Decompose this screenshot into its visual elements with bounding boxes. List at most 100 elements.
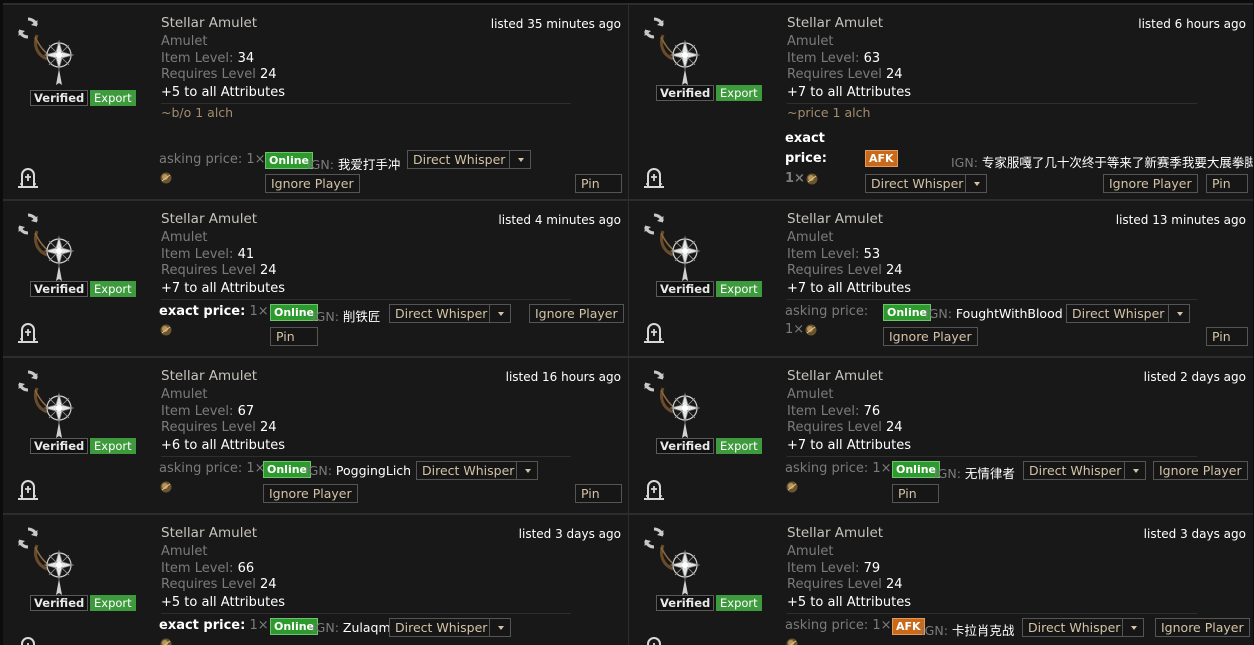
- item-name: Stellar Amulet: [787, 368, 884, 384]
- pin-button[interactable]: Pin: [1206, 327, 1248, 346]
- seller-ign: IGN: 专家服嘎了几十次终于等来了新赛季我要大展拳脚: [951, 152, 1253, 171]
- amulet-item-icon[interactable]: [31, 229, 83, 283]
- listing-card: Verified Export Stellar Amulet Amulet Item L…: [3, 3, 628, 199]
- direct-whisper-button[interactable]: Direct Whisper: [865, 174, 970, 193]
- price-quantity: 1×: [785, 322, 805, 337]
- whisper-dropdown-caret[interactable]: [516, 461, 538, 480]
- amulet-item-icon[interactable]: [657, 33, 709, 87]
- tombstone-icon[interactable]: [643, 323, 665, 343]
- amulet-item-icon[interactable]: [657, 229, 709, 283]
- item-level: Item Level: 79: [787, 561, 1197, 577]
- price-quantity: 1×: [249, 618, 269, 633]
- price-text: exact price:: [159, 618, 246, 633]
- item-level: Item Level: 53: [787, 247, 1197, 263]
- export-button[interactable]: Export: [90, 438, 136, 454]
- price-quantity: 1×: [872, 618, 892, 633]
- online-status-badge: Online: [883, 304, 932, 321]
- whisper-dropdown-caret[interactable]: [489, 618, 511, 637]
- ign-name[interactable]: 我爱打手冲: [338, 157, 401, 172]
- ign-label: IGN:: [312, 620, 339, 635]
- tombstone-icon[interactable]: [643, 637, 665, 645]
- ignore-player-button[interactable]: Ignore Player: [265, 174, 360, 193]
- amulet-item-icon[interactable]: [657, 543, 709, 597]
- amulet-item-icon[interactable]: [657, 386, 709, 440]
- price-text: exact price:: [785, 131, 827, 166]
- tombstone-icon[interactable]: [17, 637, 39, 645]
- tombstone-icon[interactable]: [17, 323, 39, 343]
- whisper-dropdown-caret[interactable]: [1168, 304, 1190, 323]
- export-button[interactable]: Export: [716, 438, 762, 454]
- listed-time: listed 6 hours ago: [1138, 17, 1246, 31]
- amulet-item-icon[interactable]: [31, 543, 83, 597]
- seller-ign: IGN: 削铁匠: [312, 306, 380, 325]
- direct-whisper-button[interactable]: Direct Whisper: [1066, 304, 1171, 323]
- export-button[interactable]: Export: [90, 90, 136, 106]
- price-note: ~b/o 1 alch: [161, 105, 234, 120]
- item-level-label: Item Level:: [787, 51, 860, 66]
- whisper-dropdown-caret[interactable]: [1124, 461, 1146, 480]
- direct-whisper-button[interactable]: Direct Whisper: [1022, 618, 1127, 637]
- item-level: Item Level: 41: [161, 247, 571, 263]
- tombstone-icon[interactable]: [17, 168, 39, 188]
- direct-whisper-button[interactable]: Direct Whisper: [407, 150, 512, 169]
- export-button[interactable]: Export: [716, 85, 762, 101]
- trade-results-grid: Verified Export Stellar Amulet Amulet Item L…: [0, 0, 1254, 645]
- direct-whisper-button[interactable]: Direct Whisper: [389, 618, 494, 637]
- whisper-dropdown-caret[interactable]: [489, 304, 511, 323]
- ign-name[interactable]: 无情律者: [965, 466, 1015, 481]
- item-base-type: Amulet: [787, 230, 834, 245]
- requires-level-value: 24: [259, 577, 277, 592]
- export-button[interactable]: Export: [90, 281, 136, 297]
- ignore-player-button[interactable]: Ignore Player: [1103, 174, 1198, 193]
- ign-name[interactable]: PoggingLich: [336, 463, 411, 478]
- pin-button[interactable]: Pin: [575, 484, 622, 503]
- listed-time: listed 3 days ago: [1143, 527, 1246, 541]
- direct-whisper-button[interactable]: Direct Whisper: [389, 304, 494, 323]
- explicit-mod: +6 to all Attributes: [161, 436, 571, 457]
- online-status-badge: Online: [270, 304, 319, 321]
- requires-level-value: 24: [259, 67, 277, 82]
- item-base-type: Amulet: [787, 387, 834, 402]
- ignore-player-button[interactable]: Ignore Player: [1155, 618, 1250, 637]
- pin-button[interactable]: Pin: [1206, 174, 1248, 193]
- item-level: Item Level: 76: [787, 404, 1197, 420]
- item-name: Stellar Amulet: [161, 525, 258, 541]
- tombstone-icon[interactable]: [643, 480, 665, 500]
- ign-name[interactable]: 专家服嘎了几十次终于等来了新赛季我要大展拳脚: [982, 155, 1253, 170]
- ign-name[interactable]: 卡拉肖克战: [952, 623, 1015, 638]
- export-button[interactable]: Export: [716, 281, 762, 297]
- direct-whisper-button[interactable]: Direct Whisper: [1023, 461, 1128, 480]
- direct-whisper-button[interactable]: Direct Whisper: [416, 461, 521, 480]
- alchemy-orb-icon: [159, 637, 173, 645]
- price-text: asking price:: [785, 618, 869, 633]
- verified-badge: Verified: [30, 438, 89, 454]
- amulet-item-icon[interactable]: [31, 386, 83, 440]
- pin-button[interactable]: Pin: [270, 327, 318, 346]
- item-level-label: Item Level:: [787, 561, 860, 576]
- ignore-player-button[interactable]: Ignore Player: [529, 304, 624, 323]
- export-button[interactable]: Export: [716, 595, 762, 611]
- ignore-player-button[interactable]: Ignore Player: [883, 327, 978, 346]
- afk-status-badge: AFK: [892, 618, 925, 635]
- whisper-dropdown-caret[interactable]: [965, 174, 987, 193]
- ignore-player-button[interactable]: Ignore Player: [263, 484, 358, 503]
- amulet-item-icon[interactable]: [31, 33, 83, 87]
- requires-level-label: Requires Level: [787, 577, 882, 592]
- pin-button[interactable]: Pin: [892, 484, 939, 503]
- requires-level: Requires Level 24: [161, 577, 571, 593]
- export-button[interactable]: Export: [90, 595, 136, 611]
- listed-time: listed 16 hours ago: [505, 370, 621, 384]
- tombstone-icon[interactable]: [17, 480, 39, 500]
- seller-ign: IGN: 无情律者: [934, 463, 1015, 482]
- item-info: Stellar Amulet Amulet Item Level: 76 Requir…: [787, 367, 1197, 457]
- whisper-dropdown-caret[interactable]: [1122, 618, 1144, 637]
- ignore-player-button[interactable]: Ignore Player: [1153, 461, 1248, 480]
- ign-name[interactable]: 削铁匠: [343, 309, 381, 324]
- ign-name[interactable]: FoughtWithBlood: [956, 306, 1063, 321]
- listed-time: listed 35 minutes ago: [490, 17, 621, 31]
- item-base-type: Amulet: [161, 34, 208, 49]
- listing-card: Verified Export Stellar Amulet Amulet Item L…: [628, 3, 1253, 199]
- tombstone-icon[interactable]: [643, 168, 665, 188]
- pin-button[interactable]: Pin: [575, 174, 622, 193]
- whisper-dropdown-caret[interactable]: [509, 150, 531, 169]
